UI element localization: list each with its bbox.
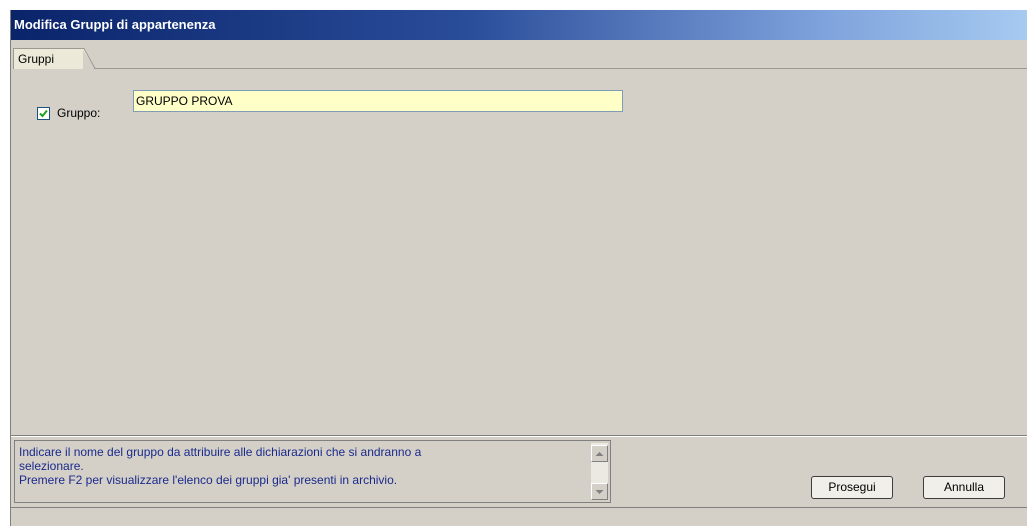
window-title: Modifica Gruppi di appartenenza <box>14 17 216 32</box>
hint-text: Indicare il nome del gruppo da attribuir… <box>19 445 574 487</box>
status-bar <box>11 507 1027 526</box>
tab-edge <box>82 48 96 69</box>
hint-scrollbar[interactable] <box>591 443 608 500</box>
check-icon <box>39 109 48 117</box>
title-bar: Modifica Gruppi di appartenenza <box>11 10 1027 40</box>
tab-gruppi[interactable]: Gruppi <box>13 48 83 69</box>
tab-content-panel <box>11 69 1027 443</box>
group-checkbox-row: Gruppo: <box>37 103 100 123</box>
scroll-up-button[interactable] <box>591 445 608 462</box>
tab-gruppi-label: Gruppi <box>18 52 55 66</box>
group-name-input[interactable]: GRUPPO PROVA <box>133 90 623 112</box>
prosegui-button[interactable]: Prosegui <box>811 476 893 499</box>
arrow-down-icon <box>595 489 604 494</box>
group-checkbox[interactable] <box>37 106 50 120</box>
scroll-down-button[interactable] <box>591 483 608 500</box>
annulla-button[interactable]: Annulla <box>923 476 1005 499</box>
bottom-separator <box>11 435 1027 437</box>
hint-line-2: selezionare. <box>19 459 84 473</box>
hint-line-3: Premere F2 per visualizzare l'elenco dei… <box>19 473 398 487</box>
hint-panel: Indicare il nome del gruppo da attribuir… <box>14 440 611 503</box>
arrow-up-icon <box>595 451 604 456</box>
dialog-window: Modifica Gruppi di appartenenza Gruppi G… <box>10 10 1027 526</box>
group-checkbox-label: Gruppo: <box>57 106 101 120</box>
hint-line-1: Indicare il nome del gruppo da attribuir… <box>19 445 422 459</box>
